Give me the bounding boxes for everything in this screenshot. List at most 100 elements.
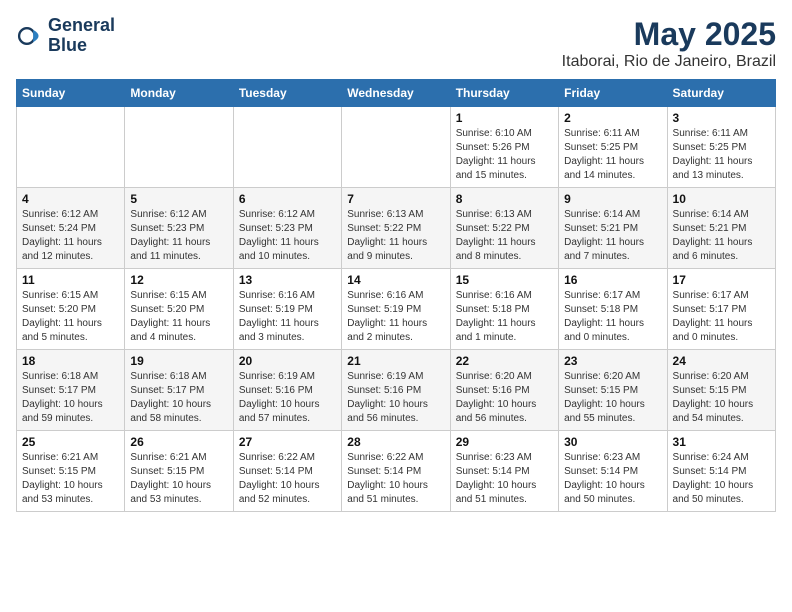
calendar-cell: 2Sunrise: 6:11 AM Sunset: 5:25 PM Daylig… [559, 107, 667, 188]
day-info: Sunrise: 6:17 AM Sunset: 5:18 PM Dayligh… [564, 289, 661, 345]
calendar-cell: 11 Sunrise: 6:15 AM Sunset: 5:20 PM Dayli… [17, 269, 125, 350]
calendar-cell: 15 Sunrise: 6:16 AM Sunset: 5:18 PM Dayli… [450, 269, 558, 350]
day-info: Sunrise: 6:22 AM Sunset: 5:14 PM Dayligh… [239, 451, 336, 507]
calendar-cell: 26Sunrise: 6:21 AM Sunset: 5:15 PM Dayli… [125, 431, 233, 512]
day-number: 27 [239, 435, 336, 449]
calendar-cell: 25 Sunrise: 6:21 AM Sunset: 5:15 PM Dayli… [17, 431, 125, 512]
day-number: 14 [347, 273, 444, 287]
day-info: Sunrise: 6:18 AM Sunset: 5:17 PM Dayligh… [130, 370, 227, 426]
calendar-cell: 6Sunrise: 6:12 AM Sunset: 5:23 PM Daylig… [233, 188, 341, 269]
calendar-week-1: 4 Sunrise: 6:12 AM Sunset: 5:24 PM Daylig… [17, 188, 776, 269]
calendar-cell: 18Sunrise: 6:18 AM Sunset: 5:17 PM Dayli… [17, 350, 125, 431]
weekday-header-saturday: Saturday [667, 80, 775, 107]
calendar-cell: 8Sunrise: 6:13 AM Sunset: 5:22 PM Daylig… [450, 188, 558, 269]
calendar-cell: 22 Sunrise: 6:20 AM Sunset: 5:16 PM Dayli… [450, 350, 558, 431]
day-info: Sunrise: 6:11 AM Sunset: 5:25 PM Dayligh… [673, 127, 770, 183]
calendar-cell: 30Sunrise: 6:23 AM Sunset: 5:14 PM Dayli… [559, 431, 667, 512]
calendar-cell: 21Sunrise: 6:19 AM Sunset: 5:16 PM Dayli… [342, 350, 450, 431]
calendar-cell: 29Sunrise: 6:23 AM Sunset: 5:14 PM Dayli… [450, 431, 558, 512]
day-info: Sunrise: 6:16 AM Sunset: 5:19 PM Dayligh… [347, 289, 444, 345]
weekday-header-wednesday: Wednesday [342, 80, 450, 107]
calendar-header: SundayMondayTuesdayWednesdayThursdayFrid… [17, 80, 776, 107]
day-number: 11 [22, 273, 119, 287]
day-number: 2 [564, 111, 661, 125]
calendar-subtitle: Itaborai, Rio de Janeiro, Brazil [562, 53, 776, 71]
day-info: Sunrise: 6:24 AM Sunset: 5:14 PM Dayligh… [673, 451, 770, 507]
day-info: Sunrise: 6:21 AM Sunset: 5:15 PM Dayligh… [22, 451, 119, 507]
day-info: Sunrise: 6:13 AM Sunset: 5:22 PM Dayligh… [347, 208, 444, 264]
day-number: 23 [564, 354, 661, 368]
calendar-cell: 23 Sunrise: 6:20 AM Sunset: 5:15 PM Dayli… [559, 350, 667, 431]
weekday-header-thursday: Thursday [450, 80, 558, 107]
day-number: 10 [673, 192, 770, 206]
day-number: 9 [564, 192, 661, 206]
day-info: Sunrise: 6:20 AM Sunset: 5:16 PM Dayligh… [456, 370, 553, 426]
day-number: 13 [239, 273, 336, 287]
calendar-cell: 14 Sunrise: 6:16 AM Sunset: 5:19 PM Dayli… [342, 269, 450, 350]
day-info: Sunrise: 6:19 AM Sunset: 5:16 PM Dayligh… [347, 370, 444, 426]
calendar-cell: 3 Sunrise: 6:11 AM Sunset: 5:25 PM Daylig… [667, 107, 775, 188]
calendar-week-0: 1 Sunrise: 6:10 AM Sunset: 5:26 PM Daylig… [17, 107, 776, 188]
calendar-cell: 1 Sunrise: 6:10 AM Sunset: 5:26 PM Daylig… [450, 107, 558, 188]
weekday-header-sunday: Sunday [17, 80, 125, 107]
logo-icon [16, 22, 44, 50]
calendar-cell [233, 107, 341, 188]
day-number: 12 [130, 273, 227, 287]
calendar-cell: 28Sunrise: 6:22 AM Sunset: 5:14 PM Dayli… [342, 431, 450, 512]
calendar-cell: 12 Sunrise: 6:15 AM Sunset: 5:20 PM Dayli… [125, 269, 233, 350]
logo: General Blue [16, 16, 115, 56]
day-info: Sunrise: 6:20 AM Sunset: 5:15 PM Dayligh… [673, 370, 770, 426]
day-info: Sunrise: 6:12 AM Sunset: 5:23 PM Dayligh… [130, 208, 227, 264]
day-info: Sunrise: 6:18 AM Sunset: 5:17 PM Dayligh… [22, 370, 119, 426]
calendar-cell [342, 107, 450, 188]
day-number: 22 [456, 354, 553, 368]
title-area: May 2025 Itaborai, Rio de Janeiro, Brazi… [562, 16, 776, 71]
calendar-cell: 13 Sunrise: 6:16 AM Sunset: 5:19 PM Dayli… [233, 269, 341, 350]
day-info: Sunrise: 6:14 AM Sunset: 5:21 PM Dayligh… [564, 208, 661, 264]
day-number: 29 [456, 435, 553, 449]
day-info: Sunrise: 6:10 AM Sunset: 5:26 PM Dayligh… [456, 127, 553, 183]
header: General Blue May 2025 Itaborai, Rio de J… [16, 16, 776, 71]
logo-text: General Blue [48, 16, 115, 56]
day-info: Sunrise: 6:15 AM Sunset: 5:20 PM Dayligh… [22, 289, 119, 345]
day-number: 15 [456, 273, 553, 287]
day-number: 3 [673, 111, 770, 125]
day-number: 16 [564, 273, 661, 287]
day-number: 26 [130, 435, 227, 449]
calendar-cell [17, 107, 125, 188]
day-number: 30 [564, 435, 661, 449]
calendar-cell: 16 Sunrise: 6:17 AM Sunset: 5:18 PM Dayli… [559, 269, 667, 350]
calendar-cell: 9 Sunrise: 6:14 AM Sunset: 5:21 PM Daylig… [559, 188, 667, 269]
day-number: 1 [456, 111, 553, 125]
day-info: Sunrise: 6:17 AM Sunset: 5:17 PM Dayligh… [673, 289, 770, 345]
day-info: Sunrise: 6:12 AM Sunset: 5:23 PM Dayligh… [239, 208, 336, 264]
weekday-header-monday: Monday [125, 80, 233, 107]
calendar-cell: 5Sunrise: 6:12 AM Sunset: 5:23 PM Daylig… [125, 188, 233, 269]
day-number: 25 [22, 435, 119, 449]
day-info: Sunrise: 6:20 AM Sunset: 5:15 PM Dayligh… [564, 370, 661, 426]
calendar-cell: 24Sunrise: 6:20 AM Sunset: 5:15 PM Dayli… [667, 350, 775, 431]
day-number: 4 [22, 192, 119, 206]
day-info: Sunrise: 6:19 AM Sunset: 5:16 PM Dayligh… [239, 370, 336, 426]
calendar-week-3: 18Sunrise: 6:18 AM Sunset: 5:17 PM Dayli… [17, 350, 776, 431]
weekday-header-friday: Friday [559, 80, 667, 107]
calendar-week-2: 11 Sunrise: 6:15 AM Sunset: 5:20 PM Dayli… [17, 269, 776, 350]
day-info: Sunrise: 6:16 AM Sunset: 5:18 PM Dayligh… [456, 289, 553, 345]
calendar-cell: 20Sunrise: 6:19 AM Sunset: 5:16 PM Dayli… [233, 350, 341, 431]
calendar-cell [125, 107, 233, 188]
weekday-header-row: SundayMondayTuesdayWednesdayThursdayFrid… [17, 80, 776, 107]
day-number: 8 [456, 192, 553, 206]
calendar-body: 1 Sunrise: 6:10 AM Sunset: 5:26 PM Daylig… [17, 107, 776, 512]
day-info: Sunrise: 6:12 AM Sunset: 5:24 PM Dayligh… [22, 208, 119, 264]
day-number: 19 [130, 354, 227, 368]
calendar-cell: 17 Sunrise: 6:17 AM Sunset: 5:17 PM Dayli… [667, 269, 775, 350]
day-number: 7 [347, 192, 444, 206]
calendar-week-4: 25 Sunrise: 6:21 AM Sunset: 5:15 PM Dayli… [17, 431, 776, 512]
day-number: 17 [673, 273, 770, 287]
calendar-cell: 4 Sunrise: 6:12 AM Sunset: 5:24 PM Daylig… [17, 188, 125, 269]
calendar-title: May 2025 [562, 16, 776, 53]
calendar-cell: 31Sunrise: 6:24 AM Sunset: 5:14 PM Dayli… [667, 431, 775, 512]
day-info: Sunrise: 6:16 AM Sunset: 5:19 PM Dayligh… [239, 289, 336, 345]
calendar-table: SundayMondayTuesdayWednesdayThursdayFrid… [16, 79, 776, 512]
day-info: Sunrise: 6:15 AM Sunset: 5:20 PM Dayligh… [130, 289, 227, 345]
